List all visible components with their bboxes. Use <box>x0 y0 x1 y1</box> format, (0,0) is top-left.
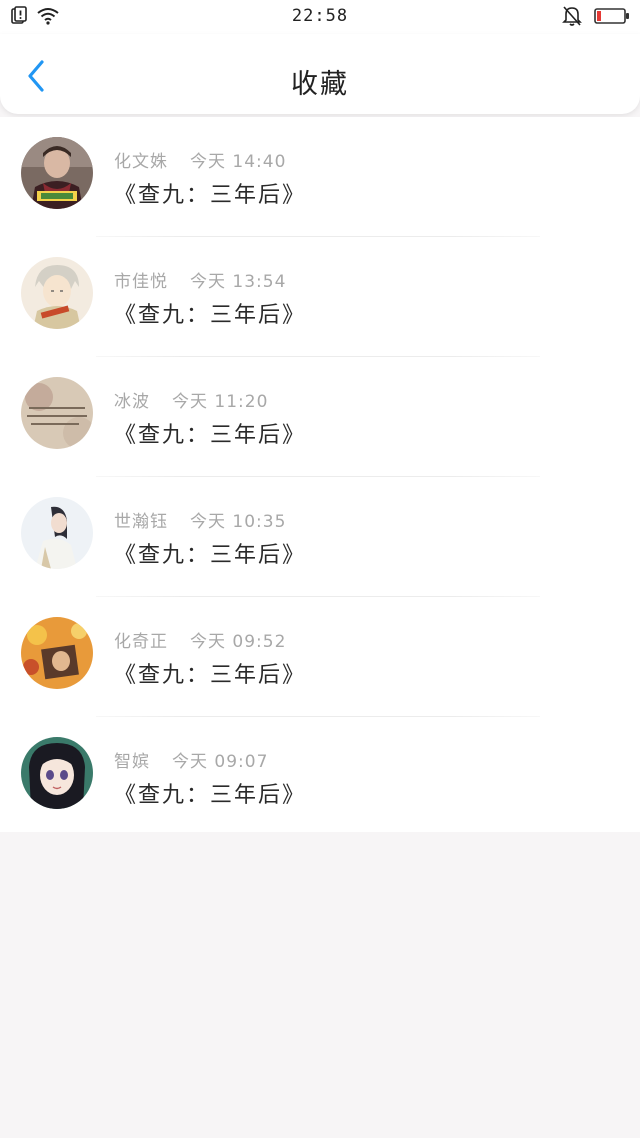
item-title: 《查九：三年后》 <box>114 423 307 448</box>
item-meta: 市佳悦 今天 13:54 <box>114 267 286 292</box>
item-meta: 世瀚钰 今天 10:35 <box>114 507 286 532</box>
screen: 22:58 收藏 化文姝 今天 14:40 《查九：三年后》 市佳悦 今天 13… <box>0 0 640 1138</box>
item-clock: 13:54 <box>232 272 287 292</box>
list-item[interactable]: 化奇正 今天 09:52 《查九：三年后》 <box>0 597 640 717</box>
item-day: 今天 <box>172 752 208 772</box>
status-bar: 22:58 <box>0 0 640 34</box>
battery-low-icon <box>594 7 630 29</box>
item-day: 今天 <box>190 512 226 532</box>
avatar[interactable] <box>21 257 93 329</box>
item-time: 今天 13:54 <box>190 267 286 292</box>
list-item[interactable]: 市佳悦 今天 13:54 《查九：三年后》 <box>0 237 640 357</box>
list-item[interactable]: 化文姝 今天 14:40 《查九：三年后》 <box>0 117 640 237</box>
item-day: 今天 <box>172 392 208 412</box>
item-day: 今天 <box>190 152 226 172</box>
item-title: 《查九：三年后》 <box>114 663 307 688</box>
item-title: 《查九：三年后》 <box>114 303 307 328</box>
avatar[interactable] <box>21 497 93 569</box>
avatar[interactable] <box>21 737 93 809</box>
item-meta: 冰波 今天 11:20 <box>114 387 268 412</box>
item-day: 今天 <box>190 272 226 292</box>
item-time: 今天 14:40 <box>190 147 286 172</box>
item-author: 市佳悦 <box>114 272 168 292</box>
item-title: 《查九：三年后》 <box>114 783 307 808</box>
item-day: 今天 <box>190 632 226 652</box>
status-right <box>562 5 630 31</box>
item-time: 今天 09:07 <box>172 747 268 772</box>
list-item[interactable]: 世瀚钰 今天 10:35 《查九：三年后》 <box>0 477 640 597</box>
bell-mute-icon <box>562 5 582 31</box>
item-author: 冰波 <box>114 392 150 412</box>
header: 收藏 <box>0 34 640 114</box>
item-author: 世瀚钰 <box>114 512 168 532</box>
page-title: 收藏 <box>291 69 349 100</box>
avatar[interactable] <box>21 137 93 209</box>
favorites-list: 化文姝 今天 14:40 《查九：三年后》 市佳悦 今天 13:54 《查九：三… <box>0 117 640 832</box>
item-meta: 化奇正 今天 09:52 <box>114 627 286 652</box>
item-meta: 化文姝 今天 14:40 <box>114 147 286 172</box>
avatar[interactable] <box>21 617 93 689</box>
item-time: 今天 11:20 <box>172 387 268 412</box>
avatar[interactable] <box>21 377 93 449</box>
item-clock: 09:52 <box>232 632 287 652</box>
item-time: 今天 10:35 <box>190 507 286 532</box>
list-item[interactable]: 智嫔 今天 09:07 《查九：三年后》 <box>0 717 640 837</box>
item-meta: 智嫔 今天 09:07 <box>114 747 268 772</box>
item-author: 化文姝 <box>114 152 168 172</box>
item-title: 《查九：三年后》 <box>114 543 307 568</box>
item-author: 化奇正 <box>114 632 168 652</box>
list-item[interactable]: 冰波 今天 11:20 《查九：三年后》 <box>0 357 640 477</box>
item-clock: 10:35 <box>232 512 287 532</box>
item-clock: 14:40 <box>232 152 287 172</box>
item-time: 今天 09:52 <box>190 627 286 652</box>
item-title: 《查九：三年后》 <box>114 183 307 208</box>
item-clock: 09:07 <box>214 752 269 772</box>
item-clock: 11:20 <box>214 392 269 412</box>
status-time: 22:58 <box>291 6 349 26</box>
item-author: 智嫔 <box>114 752 150 772</box>
